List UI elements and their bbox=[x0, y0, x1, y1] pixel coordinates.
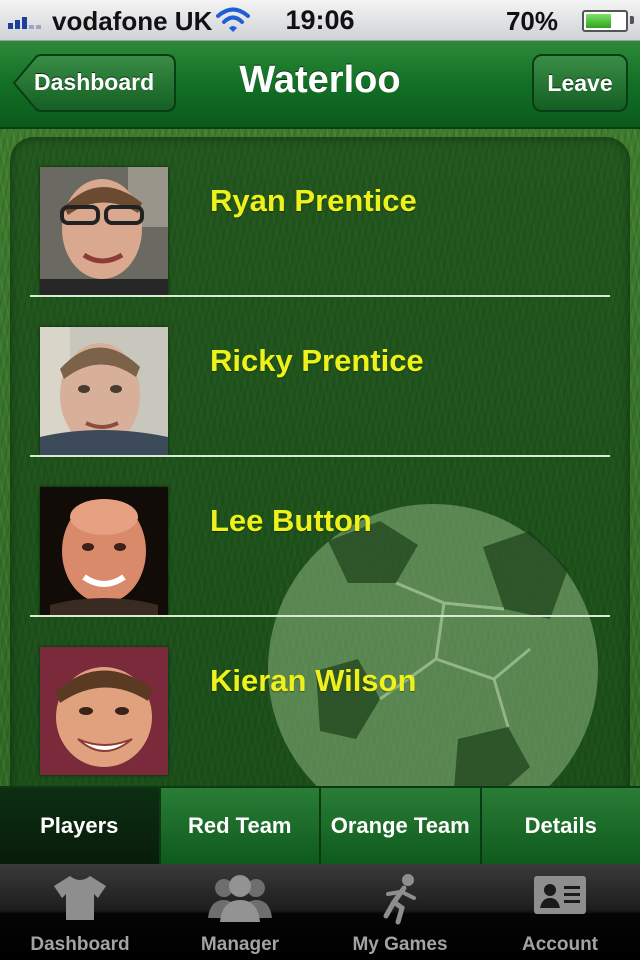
player-avatar bbox=[40, 327, 168, 455]
id-card-icon bbox=[532, 872, 588, 923]
player-list: Ryan Prentice Ricky Prentice Lee Button … bbox=[10, 137, 630, 777]
player-name: Ricky Prentice bbox=[210, 343, 424, 378]
tab-label: Manager bbox=[200, 934, 280, 955]
navigation-bar: Dashboard Waterloo Leave bbox=[0, 41, 640, 129]
player-avatar bbox=[40, 167, 168, 295]
battery-icon bbox=[582, 10, 628, 32]
segment-players[interactable]: Players bbox=[0, 788, 159, 866]
player-name: Kieran Wilson bbox=[210, 663, 417, 698]
tab-label: My Games bbox=[352, 934, 448, 955]
player-avatar bbox=[40, 647, 168, 775]
battery-percent: 70% bbox=[505, 6, 558, 36]
people-icon bbox=[206, 872, 274, 929]
segment-red-team[interactable]: Red Team bbox=[158, 788, 319, 866]
tab-bar: Dashboard Manager My Games Account bbox=[0, 864, 640, 960]
player-name: Ryan Prentice bbox=[210, 183, 417, 218]
tab-label: Account bbox=[522, 934, 598, 955]
player-row[interactable]: Kieran Wilson bbox=[10, 617, 630, 777]
battery-tip bbox=[630, 16, 634, 24]
tab-manager[interactable]: Manager bbox=[160, 864, 320, 960]
player-row[interactable]: Lee Button bbox=[10, 457, 630, 617]
tab-my-games[interactable]: My Games bbox=[320, 864, 480, 960]
player-avatar bbox=[40, 487, 168, 615]
team-segmented-control: Players Red Team Orange Team Details bbox=[0, 786, 640, 866]
segment-details[interactable]: Details bbox=[479, 788, 640, 866]
tab-label: Dashboard bbox=[30, 934, 130, 955]
shirt-icon bbox=[52, 872, 108, 929]
player-row[interactable]: Ryan Prentice bbox=[10, 137, 630, 297]
players-content[interactable]: Ryan Prentice Ricky Prentice Lee Button … bbox=[0, 129, 640, 786]
player-row[interactable]: Ricky Prentice bbox=[10, 297, 630, 457]
leave-button[interactable]: Leave bbox=[532, 54, 628, 112]
player-name: Lee Button bbox=[210, 503, 372, 538]
tab-dashboard[interactable]: Dashboard bbox=[0, 864, 160, 960]
segment-orange-team[interactable]: Orange Team bbox=[319, 788, 480, 866]
runner-icon bbox=[378, 872, 422, 931]
tab-account[interactable]: Account bbox=[480, 864, 640, 960]
status-bar: vodafone UK 19:06 70% bbox=[0, 0, 640, 41]
